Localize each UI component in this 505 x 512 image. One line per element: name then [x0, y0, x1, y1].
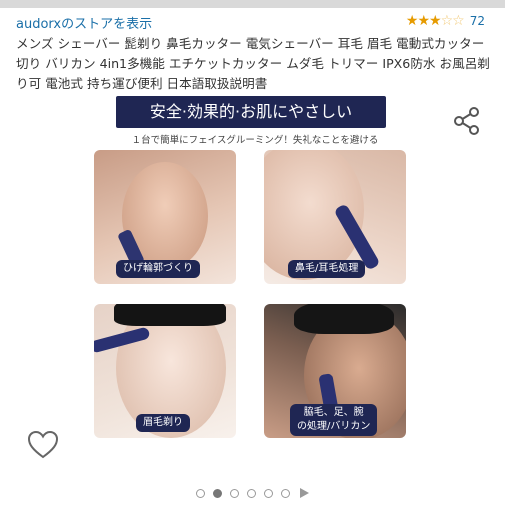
star-full-icon: ★	[429, 13, 442, 29]
carousel-dot[interactable]	[264, 488, 273, 498]
carousel-dot[interactable]	[196, 488, 205, 498]
star-full-icon: ★	[417, 13, 430, 29]
rating-count[interactable]: 72	[470, 14, 485, 28]
star-empty-icon: ☆	[440, 13, 454, 29]
panel-beard: ひげ輪郭づくり	[94, 150, 236, 284]
panel-caption-line2: の処理/バリカン	[297, 421, 371, 432]
star-full-icon: ★	[405, 13, 419, 29]
product-image[interactable]: 安全·効果的·お肌にやさしい １台で簡単にフェイスグルーミング！失礼なことを避け…	[90, 92, 420, 448]
carousel-dot-active[interactable]	[213, 488, 222, 498]
hair	[294, 304, 394, 334]
top-divider	[0, 0, 505, 8]
share-icon[interactable]	[450, 104, 484, 138]
panel-eyebrow: 眉毛剃り	[94, 304, 236, 438]
play-arrow-icon[interactable]	[300, 488, 309, 498]
rating[interactable]: ★★★☆☆ 72	[406, 13, 485, 29]
product-title: メンズ シェーバー 髭剃り 鼻毛カッター 電気シェーバー 耳毛 眉毛 電動式カッ…	[16, 36, 490, 91]
carousel-dot[interactable]	[247, 488, 256, 498]
carousel-indicator[interactable]	[0, 488, 505, 498]
star-rating: ★★★☆☆	[405, 13, 465, 29]
carousel-dot[interactable]	[230, 488, 239, 498]
image-subline: １台で簡単にフェイスグルーミング！失礼なことを避ける	[131, 135, 379, 146]
panel-caption-line1: 脇毛、足、腕	[303, 407, 364, 418]
panel-caption: 鼻毛/耳毛処理	[288, 260, 366, 278]
carousel-dot[interactable]	[281, 488, 290, 498]
star-empty-icon: ☆	[452, 13, 465, 29]
panel-nose: 鼻毛/耳毛処理	[264, 150, 406, 284]
panel-body: 脇毛、足、腕 の処理/バリカン	[264, 304, 406, 438]
panel-caption: 眉毛剃り	[136, 414, 190, 432]
heart-icon[interactable]	[26, 428, 60, 462]
hair	[114, 304, 226, 326]
panel-caption: 脇毛、足、腕 の処理/バリカン	[290, 404, 378, 436]
panel-caption: ひげ輪郭づくり	[116, 260, 200, 278]
image-headline: 安全·効果的·お肌にやさしい	[116, 96, 386, 128]
store-link[interactable]: audorxのストアを表示	[16, 13, 152, 32]
